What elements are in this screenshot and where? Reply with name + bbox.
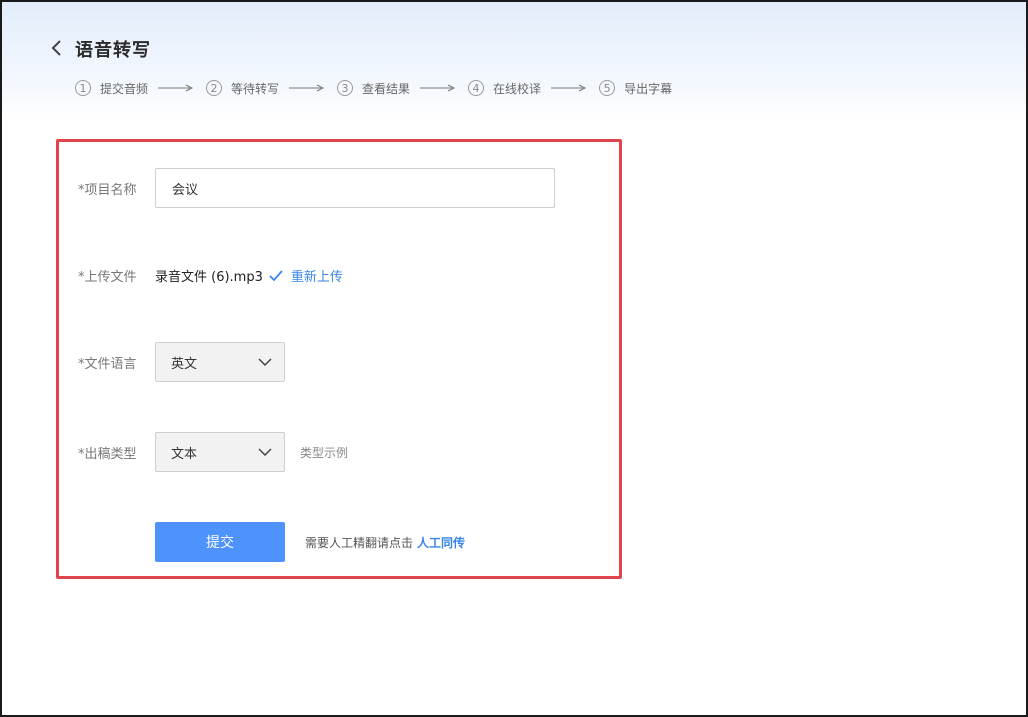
type-example-link[interactable]: 类型示例 bbox=[300, 444, 348, 461]
step-label: 导出字幕 bbox=[624, 81, 673, 96]
step-number: 1 bbox=[75, 80, 91, 96]
step-number: 4 bbox=[468, 80, 485, 96]
step-2: 2 等待转写 bbox=[206, 80, 279, 97]
submit-row: 提交 需要人工精翻请点击 人工同传 bbox=[59, 522, 465, 562]
output-type-label: *出稿类型 bbox=[78, 446, 137, 462]
step-4: 4 在线校译 bbox=[468, 80, 541, 97]
reupload-link[interactable]: 重新上传 bbox=[291, 266, 343, 285]
step-arrow-icon bbox=[551, 84, 587, 92]
language-row: *文件语言 英文 bbox=[59, 342, 285, 382]
check-icon bbox=[269, 269, 283, 282]
human-translation-link[interactable]: 人工同传 bbox=[417, 534, 465, 551]
step-number: 2 bbox=[206, 80, 223, 96]
chevron-down-icon bbox=[258, 358, 272, 366]
language-label: *文件语言 bbox=[78, 356, 137, 372]
page-title: 语音转写 bbox=[75, 40, 151, 61]
step-number: 3 bbox=[337, 80, 354, 96]
uploaded-file-name: 录音文件 (6).mp3 bbox=[155, 270, 263, 285]
human-translation-hint: 需要人工精翻请点击 bbox=[305, 535, 414, 550]
step-arrow-icon bbox=[158, 84, 194, 92]
step-3: 3 查看结果 bbox=[337, 80, 410, 97]
output-type-row: *出稿类型 文本 类型示例 bbox=[59, 432, 348, 472]
project-name-input[interactable] bbox=[155, 168, 555, 208]
step-number: 5 bbox=[599, 80, 616, 96]
upload-row: *上传文件 录音文件 (6).mp3 重新上传 bbox=[59, 266, 343, 285]
submit-button[interactable]: 提交 bbox=[155, 522, 285, 562]
app-window: 语音转写 1 提交音频 2 等待转写 3 查看结果 4 在线校译 5 导出字幕 … bbox=[0, 0, 1028, 717]
step-label: 查看结果 bbox=[362, 81, 411, 96]
language-select[interactable]: 英文 bbox=[155, 342, 285, 382]
step-arrow-icon bbox=[420, 84, 456, 92]
page-header: 语音转写 1 提交音频 2 等待转写 3 查看结果 4 在线校译 5 导出字幕 bbox=[2, 2, 1026, 122]
step-1: 1 提交音频 bbox=[75, 80, 148, 97]
step-label: 在线校译 bbox=[493, 81, 542, 96]
step-arrow-icon bbox=[289, 84, 325, 92]
project-name-row: *项目名称 bbox=[59, 168, 555, 208]
submission-form: *项目名称 *上传文件 录音文件 (6).mp3 重新上传 *文件语言 英文 bbox=[56, 139, 622, 579]
step-5: 5 导出字幕 bbox=[599, 80, 672, 97]
project-name-label: *项目名称 bbox=[78, 182, 137, 198]
output-type-select-value: 文本 bbox=[171, 446, 198, 462]
output-type-select[interactable]: 文本 bbox=[155, 432, 285, 472]
chevron-down-icon bbox=[258, 448, 272, 456]
back-button[interactable] bbox=[42, 34, 70, 62]
step-label: 提交音频 bbox=[100, 81, 149, 96]
step-label: 等待转写 bbox=[231, 81, 280, 96]
step-progress: 1 提交音频 2 等待转写 3 查看结果 4 在线校译 5 导出字幕 bbox=[75, 78, 672, 98]
language-select-value: 英文 bbox=[171, 356, 198, 372]
chevron-left-icon bbox=[51, 40, 61, 56]
upload-label: *上传文件 bbox=[78, 270, 137, 285]
